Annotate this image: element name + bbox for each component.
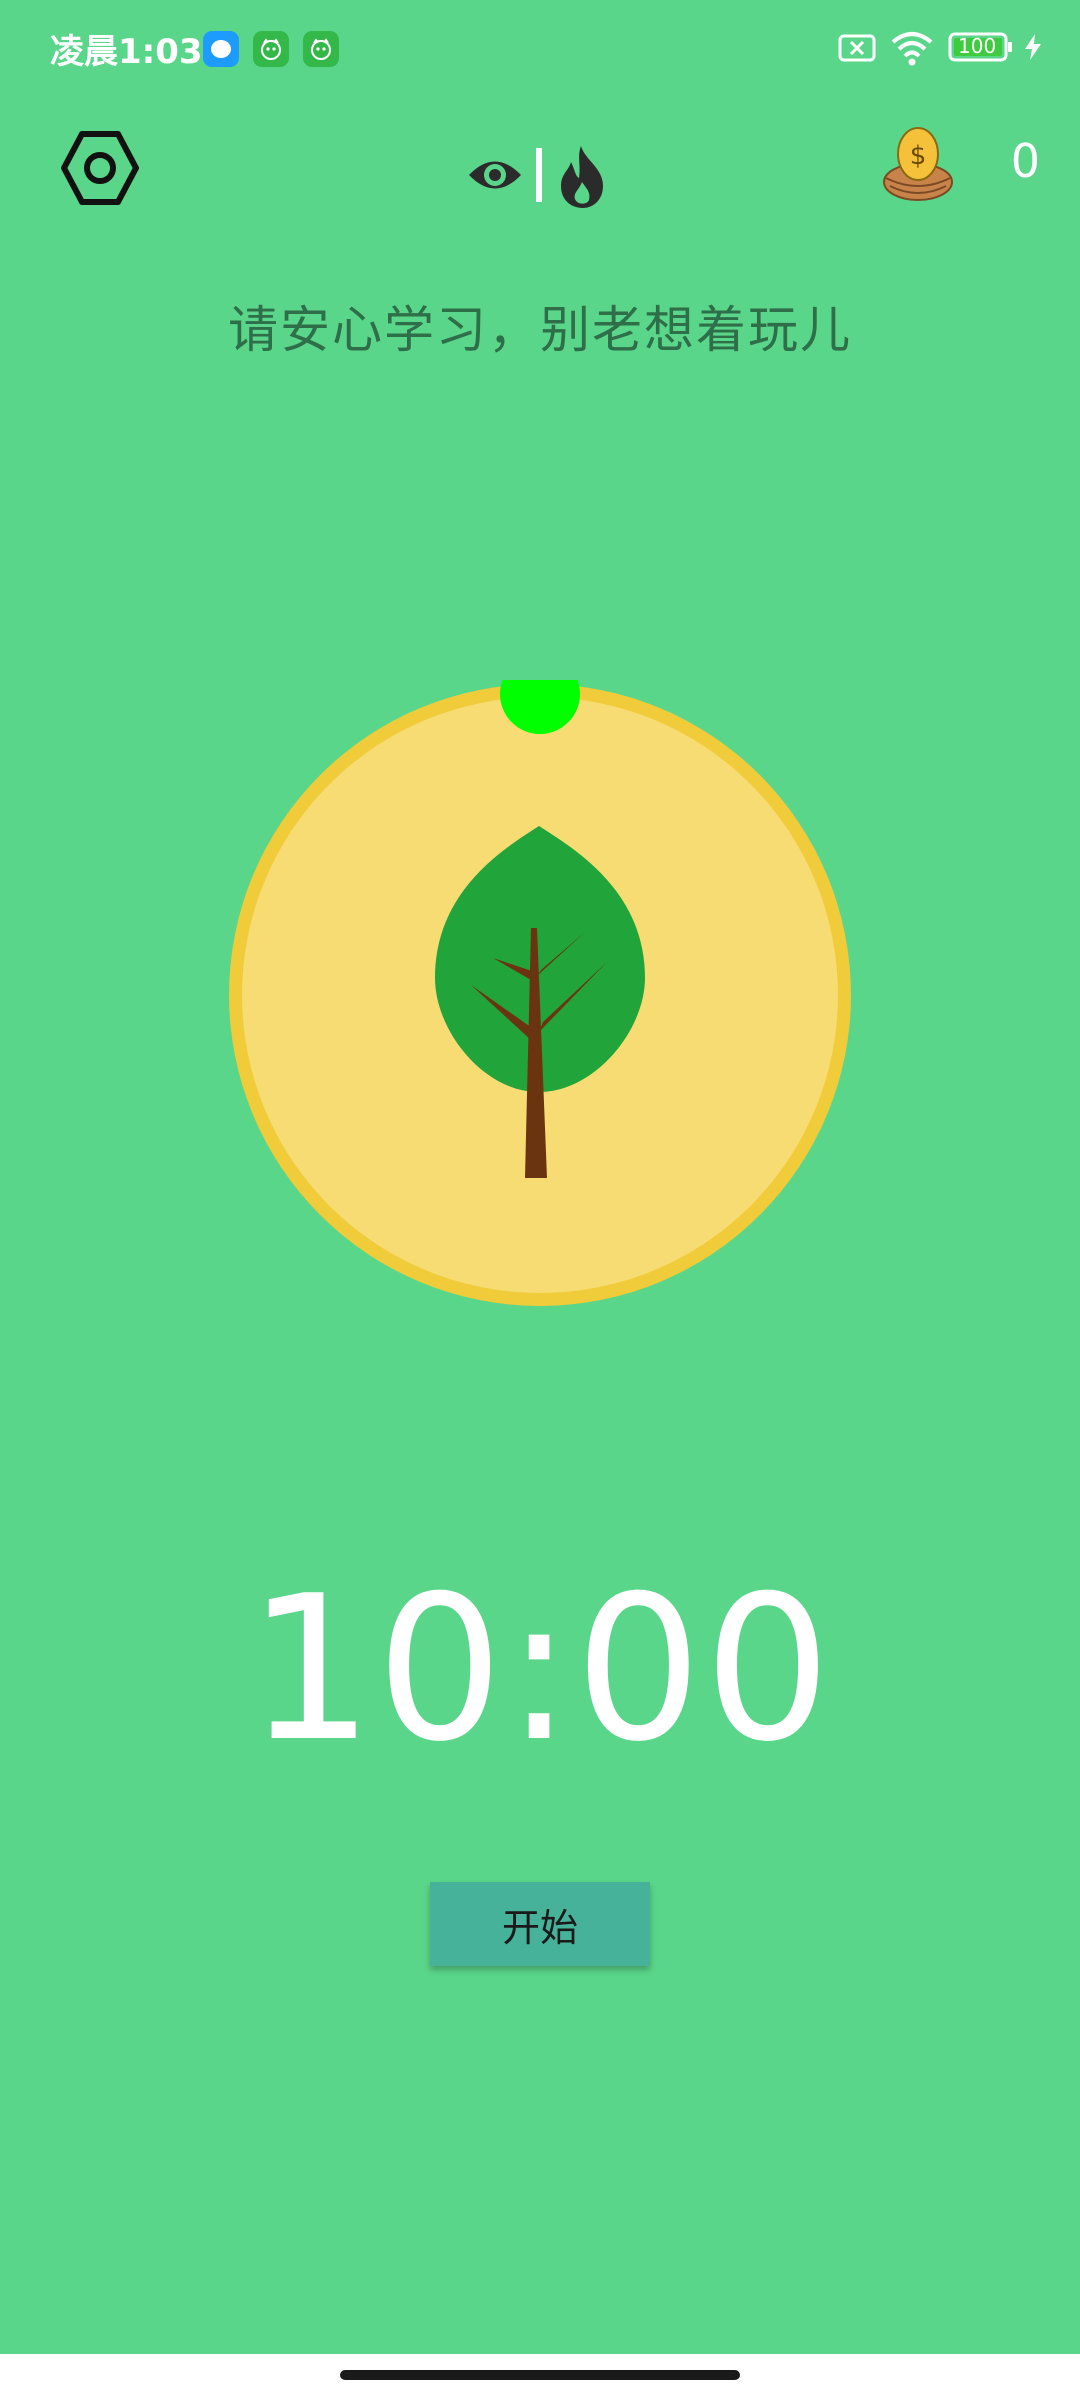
start-button[interactable]: 开始 — [430, 1882, 650, 1966]
status-time: 凌晨1:03 — [50, 32, 203, 72]
timer-display: 10:00 — [246, 1553, 834, 1786]
flame-icon[interactable] — [561, 146, 603, 208]
svg-text:$: $ — [910, 141, 927, 171]
status-bar: 凌晨1:03 100 — [0, 0, 1080, 96]
settings-button[interactable] — [60, 128, 140, 208]
cat-app-icon — [303, 31, 339, 67]
messenger-icon — [203, 31, 239, 67]
mode-divider — [536, 148, 542, 202]
charging-icon — [1025, 34, 1041, 60]
battery-level: 100 — [958, 34, 997, 58]
home-indicator[interactable] — [340, 2370, 740, 2380]
sim-off-icon — [838, 34, 876, 62]
mode-toggle[interactable] — [465, 142, 615, 212]
coin-balance[interactable]: $ 0 — [880, 120, 1040, 210]
battery-icon: 100 — [948, 32, 1012, 62]
motto-text: 请安心学习，别老想着玩儿 — [228, 301, 852, 359]
wifi-icon — [891, 32, 933, 66]
focus-screen: 凌晨1:03 100 $ 0 请安心学习，别老想着玩儿 10:00 开始 — [0, 0, 1080, 2400]
focus-dial[interactable] — [225, 654, 855, 1310]
coin-count: 0 — [1010, 134, 1040, 188]
eye-icon[interactable] — [469, 161, 521, 189]
coin-egg-nest-icon: $ — [883, 127, 953, 201]
hex-settings-icon — [61, 131, 139, 205]
cat-app-icon — [253, 31, 289, 67]
